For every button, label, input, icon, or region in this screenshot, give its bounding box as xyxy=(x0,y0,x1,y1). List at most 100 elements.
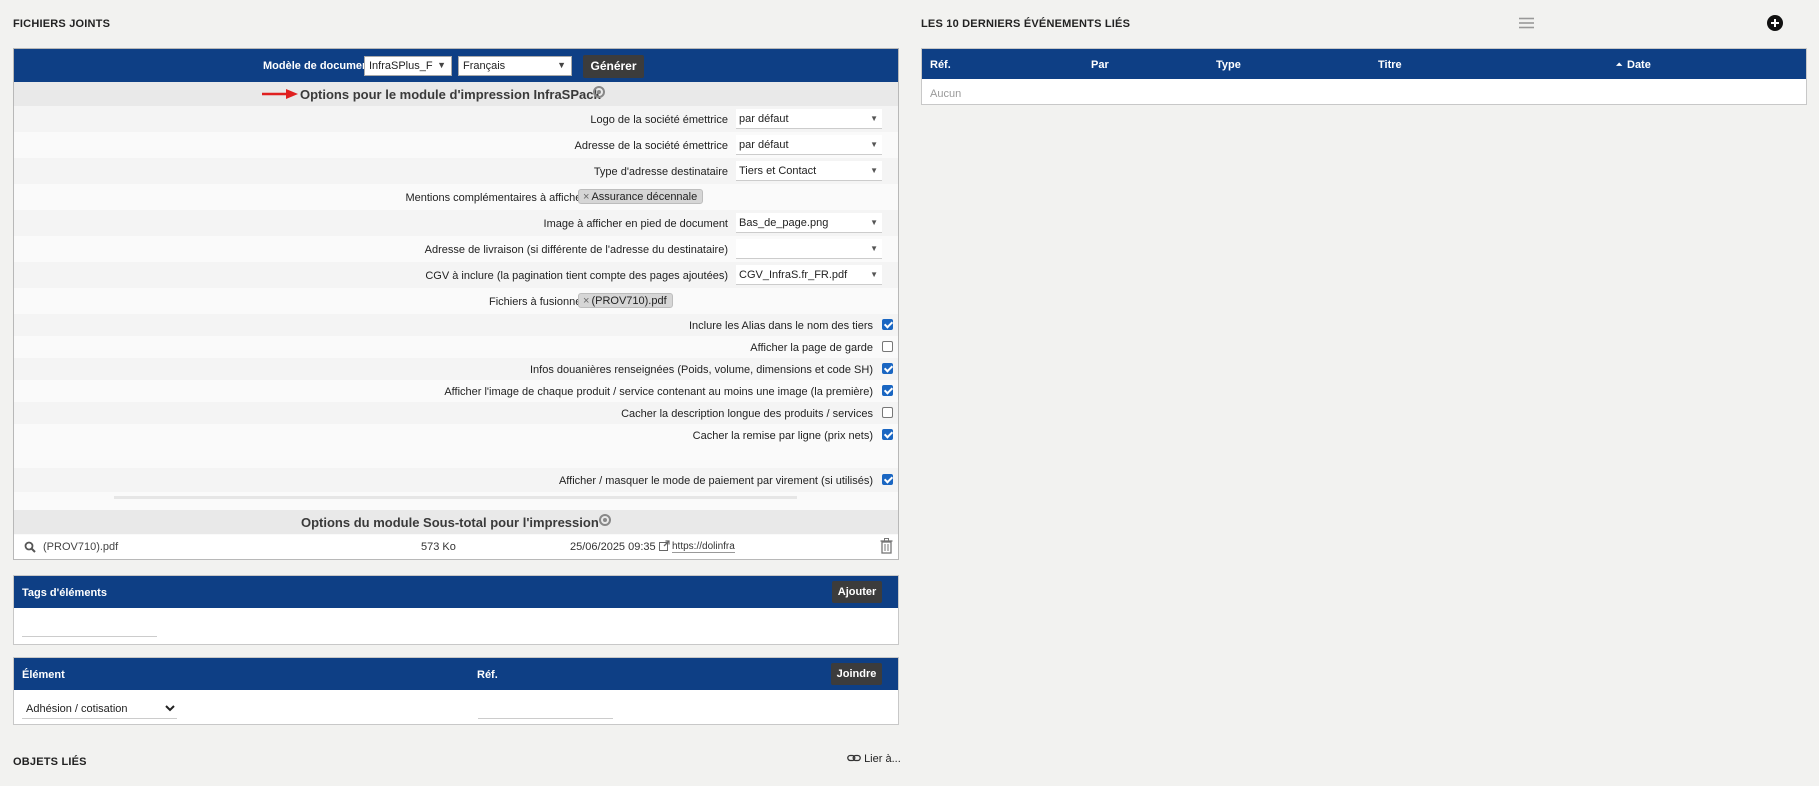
checkbox-label: Inclure les Alias dans le nom des tiers xyxy=(688,320,873,332)
chevron-down-icon: ▼ xyxy=(437,60,446,70)
file-name-link[interactable]: (PROV710).pdf xyxy=(43,541,118,553)
gear-icon[interactable] xyxy=(593,86,605,98)
external-link-icon[interactable] xyxy=(659,540,670,551)
subtotal-options-header[interactable]: Options du module Sous-total pour l'impr… xyxy=(14,510,898,534)
file-size: 573 Ko xyxy=(421,541,456,553)
delivery-address-row: Adresse de livraison (si différente de l… xyxy=(14,236,898,262)
chevron-down-icon: ▼ xyxy=(870,218,878,227)
link-element-panel: Élément Réf. Joindre Adhésion / cotisati… xyxy=(13,657,899,725)
add-event-icon[interactable] xyxy=(1767,15,1783,31)
link-icon xyxy=(847,754,861,762)
events-empty-text: Aucun xyxy=(930,88,962,100)
events-table: Réf. Par Type Titre ⏶ Date Aucun xyxy=(921,48,1807,105)
checkbox-row: Afficher l'image de chaque produit / ser… xyxy=(14,380,898,402)
footer-image-select[interactable]: Bas_de_page.png ▼ xyxy=(736,213,882,233)
checkbox-label: Afficher / masquer le mode de paiement p… xyxy=(558,475,873,487)
file-share-link[interactable]: https://dolinfras xyxy=(672,541,735,553)
document-model-label: Modèle de document xyxy=(263,60,373,72)
gear-icon[interactable] xyxy=(599,514,611,526)
divider xyxy=(114,496,797,499)
column-date[interactable]: Date xyxy=(1627,59,1651,71)
mentions-tag-label: Assurance décennale xyxy=(591,191,698,203)
list-menu-icon[interactable] xyxy=(1519,17,1534,29)
element-tags-title: Tags d'éléments xyxy=(22,587,107,599)
merge-files-label: Fichiers à fusionner xyxy=(489,296,585,308)
merge-files-tag[interactable]: × (PROV710).pdf xyxy=(578,293,673,308)
footer-image-label: Image à afficher en pied de document xyxy=(543,218,728,230)
events-title: LES 10 DERNIERS ÉVÉNEMENTS LIÉS xyxy=(921,18,1131,30)
ref-input[interactable] xyxy=(478,698,613,719)
element-tags-panel: Tags d'éléments Ajouter xyxy=(13,575,899,645)
chevron-down-icon: ▼ xyxy=(557,60,566,70)
link-to-action[interactable]: Lier à... xyxy=(847,753,901,765)
mentions-label: Mentions complémentaires à afficher xyxy=(405,192,585,204)
hide-description-checkbox[interactable] xyxy=(882,407,893,418)
recipient-type-value: Tiers et Contact xyxy=(739,165,817,177)
mentions-tag[interactable]: × Assurance décennale xyxy=(578,189,704,204)
element-type-value: Adhésion / cotisation xyxy=(26,703,128,715)
generate-button[interactable]: Générer xyxy=(583,55,644,78)
checkbox-row: Cacher la remise par ligne (prix nets) xyxy=(14,424,898,468)
search-icon[interactable] xyxy=(24,541,36,553)
checkbox-label: Afficher l'image de chaque produit / ser… xyxy=(444,386,873,398)
join-button[interactable]: Joindre xyxy=(831,663,882,685)
address-select[interactable]: par défaut ▼ xyxy=(736,135,882,155)
checkbox-row: Afficher / masquer le mode de paiement p… xyxy=(14,468,898,492)
address-label: Adresse de la société émettrice xyxy=(574,140,728,152)
document-generation-box: Modèle de document InfraSPlus_F ▼ França… xyxy=(13,48,899,560)
footer-image-row: Image à afficher en pied de document Bas… xyxy=(14,210,898,236)
checkbox-label: Cacher la remise par ligne (prix nets) xyxy=(692,430,873,442)
add-button[interactable]: Ajouter xyxy=(832,581,882,603)
checkbox-label: Cacher la description longue des produit… xyxy=(621,408,873,420)
product-image-checkbox[interactable] xyxy=(882,385,893,396)
column-by[interactable]: Par xyxy=(1091,59,1109,71)
delivery-address-label: Adresse de livraison (si différente de l… xyxy=(424,244,728,256)
customs-checkbox[interactable] xyxy=(882,363,893,374)
logo-select[interactable]: par défaut ▼ xyxy=(736,109,882,129)
language-value: Français xyxy=(463,60,506,72)
element-type-select[interactable]: Adhésion / cotisation xyxy=(22,698,177,719)
infraspack-options-header[interactable]: Options pour le module d'impression Infr… xyxy=(14,82,898,106)
payment-mode-checkbox[interactable] xyxy=(882,474,893,485)
file-date: 25/06/2025 09:35 xyxy=(570,541,656,553)
trash-icon[interactable] xyxy=(880,538,893,554)
element-column-header: Élément xyxy=(22,669,65,681)
alias-checkbox[interactable] xyxy=(882,319,893,330)
infraspack-options-title: Options pour le module d'impression Infr… xyxy=(300,87,601,102)
column-ref[interactable]: Réf. xyxy=(930,59,951,71)
column-title[interactable]: Titre xyxy=(1378,59,1402,71)
generator-bar: Modèle de document InfraSPlus_F ▼ França… xyxy=(14,49,898,82)
delivery-address-select[interactable]: ▼ xyxy=(736,239,882,259)
cgv-label: CGV à inclure (la pagination tient compt… xyxy=(425,270,728,282)
logo-label: Logo de la société émettrice xyxy=(590,114,728,126)
tags-input[interactable] xyxy=(22,616,157,637)
hide-discount-checkbox[interactable] xyxy=(882,429,893,440)
close-icon[interactable]: × xyxy=(583,295,589,307)
linked-objects-title: OBJETS LIÉS xyxy=(13,756,87,768)
events-table-header: Réf. Par Type Titre ⏶ Date xyxy=(922,49,1806,79)
logo-row: Logo de la société émettrice par défaut ▼ xyxy=(14,106,898,132)
element-tags-header: Tags d'éléments Ajouter xyxy=(14,576,898,608)
cgv-select[interactable]: CGV_InfraS.fr_FR.pdf ▼ xyxy=(736,265,882,285)
checkbox-row: Inclure les Alias dans le nom des tiers xyxy=(14,314,898,336)
column-type[interactable]: Type xyxy=(1216,59,1241,71)
merge-files-row: Fichiers à fusionner × (PROV710).pdf xyxy=(14,288,898,314)
checkbox-label: Afficher la page de garde xyxy=(750,342,873,354)
language-select[interactable]: Français ▼ xyxy=(458,56,572,76)
address-row: Adresse de la société émettrice par défa… xyxy=(14,132,898,158)
link-to-label: Lier à... xyxy=(864,753,901,765)
merge-files-tag-label: (PROV710).pdf xyxy=(591,295,667,307)
cgv-value: CGV_InfraS.fr_FR.pdf xyxy=(739,269,848,281)
ref-column-header: Réf. xyxy=(477,669,498,681)
close-icon[interactable]: × xyxy=(583,191,589,203)
chevron-down-icon: ▼ xyxy=(870,270,878,279)
document-model-select[interactable]: InfraSPlus_F ▼ xyxy=(364,56,452,76)
document-model-value: InfraSPlus_F xyxy=(369,60,433,72)
checkbox-row: Cacher la description longue des produit… xyxy=(14,402,898,424)
address-value: par défaut xyxy=(739,139,789,151)
chevron-down-icon: ▼ xyxy=(870,114,878,123)
recipient-type-select[interactable]: Tiers et Contact ▼ xyxy=(736,161,882,181)
cover-page-checkbox[interactable] xyxy=(882,341,893,352)
chevron-down-icon: ▼ xyxy=(870,166,878,175)
recipient-type-label: Type d'adresse destinataire xyxy=(593,166,728,178)
